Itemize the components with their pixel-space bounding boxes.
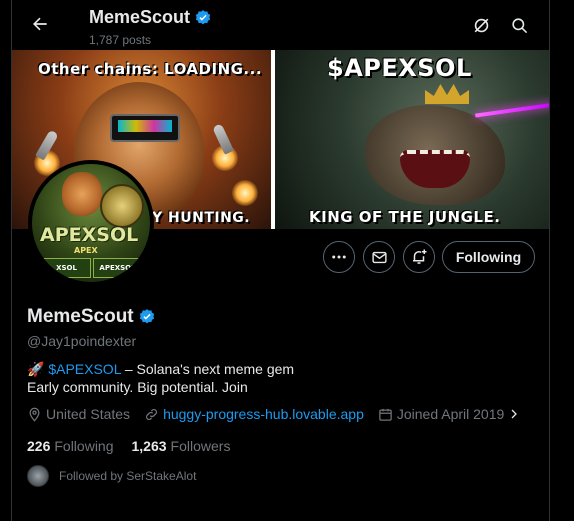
back-button[interactable] <box>26 10 54 38</box>
grok-analyze-button[interactable] <box>468 12 494 38</box>
followed-by-text: Followed by SerStakeAlot <box>59 469 197 483</box>
verified-badge-icon <box>139 309 154 324</box>
following-button[interactable]: Following <box>442 241 535 273</box>
rocket-flame <box>232 180 258 206</box>
header-post-count: 1,787 posts <box>89 33 152 47</box>
notifications-button[interactable] <box>403 241 435 273</box>
rocket-emoji-icon: 🚀 <box>27 361 45 377</box>
pixel-glasses-image <box>110 114 180 142</box>
more-button[interactable] <box>323 241 355 273</box>
following-stat[interactable]: 226 Following <box>27 438 114 454</box>
followed-by-row[interactable]: Followed by SerStakeAlot <box>27 465 196 487</box>
calendar-icon <box>379 408 392 421</box>
more-dots-icon <box>332 255 346 259</box>
profile-handle: @Jay1poindexter <box>27 333 137 349</box>
laser-beam <box>475 102 549 118</box>
avatar-strip-item: APEXSOL <box>93 258 142 278</box>
bell-plus-icon <box>413 249 427 264</box>
joined-item[interactable]: Joined April 2019 <box>378 406 520 422</box>
avatar-image: APEXSOL APEX XSOL APEXSOL <box>32 164 150 282</box>
banner-right-caption-top: $APEXSOL <box>327 54 472 82</box>
banner-left-caption-top: Other chains: LOADING... <box>38 60 263 78</box>
bio-line-1: 🚀 $APEXSOL – Solana's next meme gem <box>27 360 294 378</box>
profile-bio: 🚀 $APEXSOL – Solana's next meme gem Earl… <box>27 360 294 396</box>
search-button[interactable] <box>506 12 532 38</box>
grok-icon <box>474 18 488 32</box>
avatar-coin <box>100 184 144 228</box>
verified-badge-icon <box>195 9 211 24</box>
chevron-right-icon <box>511 409 518 419</box>
bio-cashtag-link[interactable]: $APEXSOL <box>48 361 121 377</box>
profile-stats: 226 Following 1,263 Followers <box>27 438 230 454</box>
link-icon <box>146 408 158 420</box>
frame-border-right <box>549 0 550 521</box>
follower-avatar <box>27 465 49 487</box>
avatar-strip-item: XSOL <box>42 258 91 278</box>
avatar-title: APEXSOL <box>40 224 139 246</box>
joined-text: Joined April 2019 <box>396 406 505 422</box>
profile-name: MemeScout <box>27 306 134 327</box>
location-text: United States <box>46 406 131 422</box>
header-name: MemeScout <box>89 7 191 27</box>
arrow-left-icon <box>33 17 47 31</box>
envelope-icon <box>371 251 387 263</box>
profile-header: MemeScout 1,787 posts <box>12 0 549 50</box>
followers-stat-label: Followers <box>170 438 231 454</box>
following-count: 226 <box>27 438 51 454</box>
location-item: United States <box>27 406 130 422</box>
following-stat-label: Following <box>54 438 114 454</box>
banner-panel-trex: $APEXSOL KING OF THE JUNGLE. <box>275 50 549 229</box>
bio-text: – Solana's next meme gem <box>120 361 295 377</box>
location-pin-icon <box>29 407 40 422</box>
avatar-strip: XSOL APEXSOL <box>42 258 142 278</box>
followers-count: 1,263 <box>131 438 167 454</box>
website-item: huggy-progress-hub.lovable.app <box>144 406 364 422</box>
message-button[interactable] <box>363 241 395 273</box>
bio-line-2: Early community. Big potential. Join <box>27 379 248 395</box>
banner-right-caption-bottom: KING OF THE JUNGLE. <box>309 208 501 226</box>
website-link[interactable]: huggy-progress-hub.lovable.app <box>163 406 364 422</box>
avatar-subtitle: APEX <box>74 246 98 255</box>
profile-meta: United States huggy-progress-hub.lovable… <box>27 406 534 422</box>
crown-image <box>425 84 469 104</box>
banner-left-caption-bottom: Y HUNTING. <box>152 210 251 226</box>
avatar-cat <box>62 172 102 216</box>
profile-avatar[interactable]: APEXSOL APEX XSOL APEXSOL <box>28 160 154 286</box>
header-title: MemeScout <box>89 7 212 28</box>
profile-name-row: MemeScout <box>27 306 156 328</box>
search-icon <box>511 17 527 33</box>
followers-stat[interactable]: 1,263 Followers <box>132 438 231 454</box>
